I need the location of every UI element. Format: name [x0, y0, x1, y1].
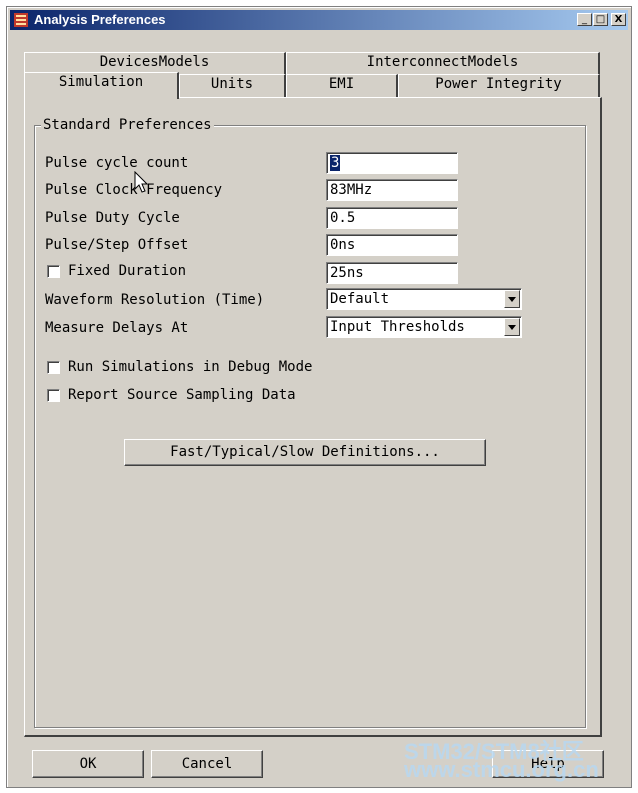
pulse-step-offset-input[interactable]: 0ns: [326, 234, 458, 256]
measure-delays-value: Input Thresholds: [330, 319, 465, 335]
pulse-clock-frequency-input[interactable]: 83MHz: [326, 179, 458, 201]
selected-text: 3: [330, 155, 341, 171]
pulse-step-offset-label: Pulse/Step Offset: [45, 237, 189, 253]
tab-emi[interactable]: EMI: [286, 74, 398, 97]
tab-simulation[interactable]: Simulation: [24, 72, 179, 99]
report-sampling-label: Report Source Sampling Data: [68, 387, 296, 403]
maximize-button[interactable]: □: [593, 13, 608, 26]
active-tab-joint: [25, 96, 177, 99]
measure-delays-label: Measure Delays At: [45, 320, 189, 336]
report-sampling-checkbox[interactable]: [47, 389, 60, 402]
definitions-button[interactable]: Fast/Typical/Slow Definitions...: [124, 439, 486, 466]
cancel-button[interactable]: Cancel: [151, 750, 263, 778]
window-title: Analysis Preferences: [34, 12, 166, 27]
waveform-resolution-value: Default: [330, 291, 390, 307]
close-button[interactable]: X: [611, 13, 626, 26]
pulse-cycle-count-input[interactable]: 3: [326, 152, 458, 174]
tab-units[interactable]: Units: [179, 74, 286, 97]
pulse-duty-cycle-input[interactable]: 0.5: [326, 207, 458, 229]
chevron-down-icon[interactable]: [504, 318, 520, 336]
debug-mode-checkbox[interactable]: [47, 361, 60, 374]
group-title: Standard Preferences: [41, 116, 214, 134]
pulse-duty-cycle-label: Pulse Duty Cycle: [45, 210, 180, 226]
measure-delays-select[interactable]: Input Thresholds: [326, 316, 522, 338]
watermark-line2: www.stmcu.org.cn: [404, 757, 599, 782]
fixed-duration-checkbox[interactable]: [47, 265, 60, 278]
chevron-down-icon[interactable]: [504, 290, 520, 308]
tab-power-integrity[interactable]: Power Integrity: [398, 74, 600, 97]
fixed-duration-input[interactable]: 25ns: [326, 262, 458, 284]
tab-interconnectmodels[interactable]: InterconnectModels: [286, 52, 600, 74]
mouse-cursor-icon: [134, 171, 149, 193]
debug-mode-label: Run Simulations in Debug Mode: [68, 359, 313, 375]
title-bar[interactable]: Analysis Preferences _ □ X: [10, 10, 628, 30]
waveform-resolution-label: Waveform Resolution (Time): [45, 292, 265, 308]
minimize-button[interactable]: _: [577, 13, 592, 26]
fixed-duration-label: Fixed Duration: [68, 263, 187, 279]
ok-button[interactable]: OK: [32, 750, 144, 778]
app-icon: [14, 13, 28, 27]
pulse-cycle-count-label: Pulse cycle count: [45, 155, 189, 171]
waveform-resolution-select[interactable]: Default: [326, 288, 522, 310]
tab-devicesmodels[interactable]: DevicesModels: [24, 52, 286, 74]
